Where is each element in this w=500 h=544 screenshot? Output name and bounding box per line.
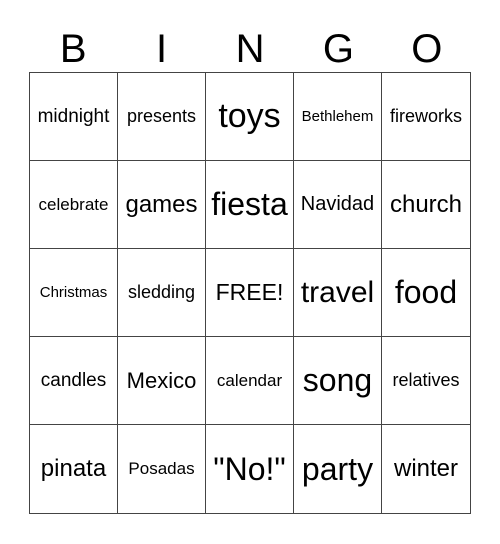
header-letter-n: N (235, 27, 265, 71)
bingo-cell[interactable]: Mexico (118, 337, 206, 425)
bingo-cell[interactable]: candles (30, 337, 118, 425)
bingo-cell[interactable]: party (294, 425, 382, 513)
bingo-cell[interactable]: church (382, 161, 470, 249)
header-letter-g: G (322, 27, 354, 71)
bingo-cell[interactable]: winter (382, 425, 470, 513)
bingo-cell[interactable]: games (118, 161, 206, 249)
bingo-cell[interactable]: Posadas (118, 425, 206, 513)
bingo-cell[interactable]: fiesta (206, 161, 294, 249)
bingo-cell[interactable]: toys (206, 73, 294, 161)
bingo-cell[interactable]: "No!" (206, 425, 294, 513)
bingo-cell[interactable]: sledding (118, 249, 206, 337)
bingo-cell[interactable]: song (294, 337, 382, 425)
bingo-cell[interactable]: presents (118, 73, 206, 161)
bingo-cell[interactable]: midnight (30, 73, 118, 161)
bingo-header: BINGO (29, 26, 471, 72)
bingo-cell[interactable]: relatives (382, 337, 470, 425)
bingo-cell[interactable]: travel (294, 249, 382, 337)
header-letter-i: I (156, 27, 168, 71)
bingo-grid: midnight presents toys Bethlehem fireworks ce… (29, 72, 471, 514)
bingo-cell[interactable]: pinata (30, 425, 118, 513)
bingo-cell[interactable]: celebrate (30, 161, 118, 249)
bingo-cell[interactable]: Navidad (294, 161, 382, 249)
free-space-cell[interactable]: FREE! (206, 249, 294, 337)
bingo-cell[interactable]: Bethlehem (294, 73, 382, 161)
bingo-cell[interactable]: Christmas (30, 249, 118, 337)
bingo-cell[interactable]: fireworks (382, 73, 470, 161)
bingo-cell[interactable]: calendar (206, 337, 294, 425)
bingo-cell[interactable]: food (382, 249, 470, 337)
header-letter-o: O (411, 27, 443, 71)
header-letter-b: B (59, 27, 87, 71)
